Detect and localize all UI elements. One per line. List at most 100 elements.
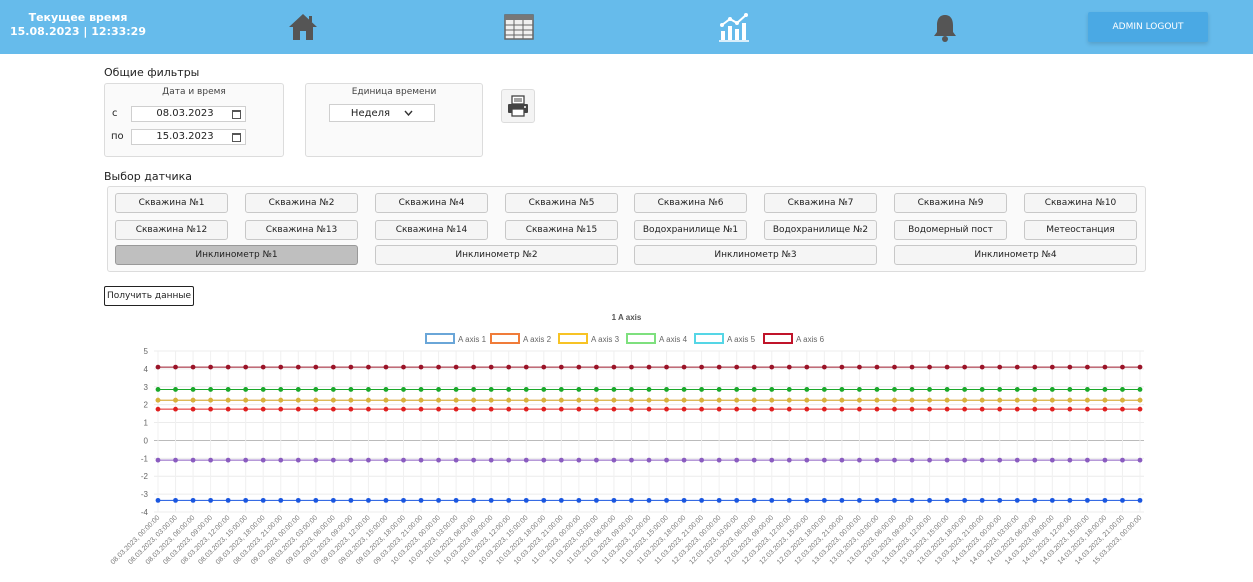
sensor-button[interactable]: Скважина №15 bbox=[505, 220, 618, 240]
sensor-button[interactable]: Водохранилище №2 bbox=[764, 220, 877, 240]
print-button[interactable] bbox=[501, 89, 535, 123]
series-5-point bbox=[155, 457, 161, 463]
series-3-point bbox=[751, 397, 757, 403]
series-5-point bbox=[348, 457, 354, 463]
admin-logout-button[interactable]: ADMIN LOGOUT bbox=[1088, 12, 1208, 42]
series-5-point bbox=[418, 457, 424, 463]
calendar-icon[interactable] bbox=[232, 110, 241, 119]
sensor-button[interactable]: Инклинометр №1 bbox=[115, 245, 358, 265]
sensor-button[interactable]: Скважина №6 bbox=[634, 193, 747, 213]
sensor-button[interactable]: Скважина №5 bbox=[505, 193, 618, 213]
series-6-point bbox=[1067, 364, 1073, 370]
home-icon[interactable] bbox=[287, 11, 319, 43]
sensor-button[interactable]: Скважина №1 bbox=[115, 193, 228, 213]
calendar-icon[interactable] bbox=[232, 133, 241, 142]
series-1-point bbox=[436, 497, 441, 503]
series-4-point bbox=[225, 387, 231, 392]
sensor-button[interactable]: Водомерный пост bbox=[894, 220, 1007, 240]
date-from-input[interactable]: 08.03.2023 bbox=[131, 106, 246, 122]
sensor-button[interactable]: Скважина №2 bbox=[245, 193, 358, 213]
y-tick-label: -3 bbox=[141, 490, 149, 499]
series-3-point bbox=[664, 397, 669, 403]
series-extra-point bbox=[664, 406, 669, 412]
series-6-point bbox=[208, 364, 214, 370]
series-3-point bbox=[558, 397, 564, 403]
series-extra-point bbox=[366, 406, 371, 412]
series-3-point bbox=[839, 397, 845, 403]
time-unit-select[interactable]: Неделя bbox=[329, 104, 435, 122]
series-extra-point bbox=[558, 406, 564, 412]
bell-icon[interactable] bbox=[929, 11, 961, 43]
series-5-point bbox=[962, 457, 968, 463]
series-1-point bbox=[716, 497, 722, 503]
date-to-input[interactable]: 15.03.2023 bbox=[131, 129, 246, 145]
series-3-point bbox=[892, 397, 897, 403]
series-4-point bbox=[366, 387, 371, 392]
series-5-point bbox=[611, 457, 617, 463]
series-5-point bbox=[558, 457, 564, 463]
date-from-value: 08.03.2023 bbox=[156, 108, 214, 119]
sensor-button[interactable]: Водохранилище №1 bbox=[634, 220, 747, 240]
series-4-point bbox=[611, 387, 617, 392]
table-icon[interactable] bbox=[503, 11, 535, 43]
y-tick-label: 5 bbox=[144, 347, 149, 356]
series-3-point bbox=[1049, 397, 1055, 403]
date-time-label: Дата и время bbox=[162, 87, 226, 97]
series-1-point bbox=[208, 497, 214, 503]
series-6-point bbox=[804, 364, 810, 370]
series-5-point bbox=[436, 457, 441, 463]
sensor-button[interactable]: Скважина №13 bbox=[245, 220, 358, 240]
series-extra-point bbox=[979, 406, 985, 412]
series-6-point bbox=[488, 364, 494, 370]
sensor-button[interactable]: Скважина №12 bbox=[115, 220, 228, 240]
series-5-point bbox=[1067, 457, 1073, 463]
series-extra-point bbox=[1067, 406, 1073, 412]
series-5-point bbox=[523, 457, 529, 463]
sensor-button[interactable]: Скважина №9 bbox=[894, 193, 1007, 213]
series-extra-point bbox=[716, 406, 722, 412]
series-5-point bbox=[944, 457, 950, 463]
series-3-point bbox=[243, 397, 249, 403]
series-extra-point bbox=[541, 406, 547, 412]
series-1-point bbox=[892, 497, 897, 503]
sensor-button[interactable]: Инклинометр №4 bbox=[894, 245, 1137, 265]
sensor-button[interactable]: Скважина №14 bbox=[375, 220, 488, 240]
legend-swatch bbox=[626, 333, 656, 344]
series-6-point bbox=[225, 364, 231, 370]
series-4-point bbox=[839, 387, 845, 392]
series-4-point bbox=[751, 387, 757, 392]
get-data-button[interactable]: Получить данные bbox=[104, 286, 194, 306]
y-tick-label: 1 bbox=[144, 419, 149, 428]
series-6-point bbox=[1084, 364, 1090, 370]
sensor-button[interactable]: Скважина №4 bbox=[375, 193, 488, 213]
series-4-point bbox=[453, 387, 459, 392]
series-1-point bbox=[804, 497, 810, 503]
series-3-point bbox=[681, 397, 687, 403]
series-4-point bbox=[1049, 387, 1055, 392]
sensor-button[interactable]: Скважина №10 bbox=[1024, 193, 1137, 213]
series-3-point bbox=[699, 397, 705, 403]
series-3-point bbox=[944, 397, 950, 403]
sensor-button[interactable]: Метеостанция bbox=[1024, 220, 1137, 240]
series-6-point bbox=[716, 364, 722, 370]
series-6-point bbox=[681, 364, 687, 370]
series-1-point bbox=[962, 497, 968, 503]
series-3-point bbox=[997, 397, 1003, 403]
sensor-button[interactable]: Инклинометр №3 bbox=[634, 245, 877, 265]
series-3-point bbox=[716, 397, 722, 403]
sensor-button[interactable]: Инклинометр №2 bbox=[375, 245, 618, 265]
series-4-point bbox=[278, 387, 284, 392]
series-3-point bbox=[1014, 397, 1020, 403]
series-6-point bbox=[962, 364, 968, 370]
series-extra-point bbox=[611, 406, 617, 412]
series-3-point bbox=[401, 397, 406, 403]
series-5-point bbox=[716, 457, 722, 463]
series-5-point bbox=[821, 457, 827, 463]
series-1-point bbox=[278, 497, 284, 503]
analytics-chart-icon[interactable] bbox=[718, 11, 750, 43]
series-5-point bbox=[1014, 457, 1020, 463]
time-unit-value: Неделя bbox=[350, 107, 391, 119]
sensor-button[interactable]: Скважина №7 bbox=[764, 193, 877, 213]
series-5-point bbox=[313, 457, 319, 463]
series-1-point bbox=[874, 497, 880, 503]
